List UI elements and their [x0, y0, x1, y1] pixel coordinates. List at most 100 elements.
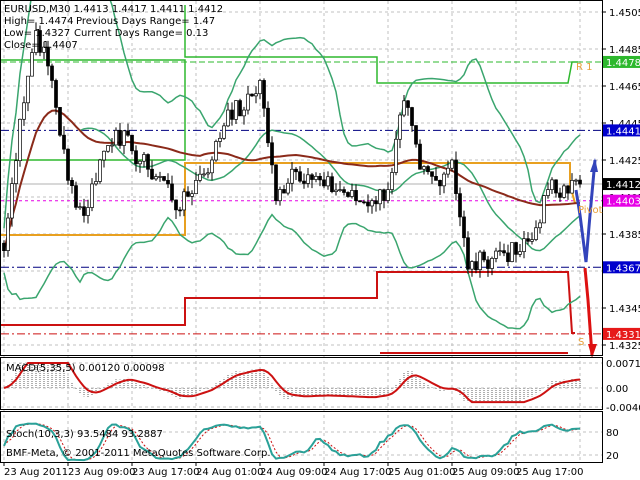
candle-body [314, 175, 318, 180]
candle-body [254, 93, 258, 97]
candle-body [498, 250, 502, 252]
candle-body [158, 176, 162, 178]
candle-body [50, 65, 54, 81]
r1-label: R 1 [576, 62, 593, 73]
stoch-tick-label: 80 [606, 428, 619, 439]
candle-body [178, 209, 182, 212]
candle-body [258, 80, 262, 95]
candle-body [138, 160, 142, 165]
macd-tick-label: 0.00711 [606, 359, 640, 370]
candle-body [490, 258, 494, 269]
price-chart[interactable]: EURUSD,M30 1.4413 1.4417 1.4411 1.4412 H… [0, 0, 640, 480]
candle-body [470, 261, 474, 270]
candle-body [266, 107, 270, 144]
candle-body [450, 159, 454, 169]
time-tick-label: 23 Aug 17:00 [132, 467, 199, 478]
candle-body [270, 142, 274, 166]
candle-body [506, 252, 510, 262]
candle-body [462, 216, 466, 239]
time-tick-label: 24 Aug 01:00 [196, 467, 263, 478]
candle-body [514, 242, 518, 255]
candle-body [466, 237, 470, 270]
candle-body [198, 173, 202, 181]
candle-body [186, 191, 190, 197]
candle-body [54, 80, 58, 108]
candle-body [482, 251, 486, 261]
info-close: Close= 1.4407 [4, 40, 78, 51]
candle-body [338, 189, 342, 191]
candle-body [66, 148, 70, 181]
candle-body [418, 143, 422, 170]
candle-body [102, 150, 106, 161]
candle-body [378, 189, 382, 205]
price-tick-label: 1.4345 [609, 304, 640, 315]
candle-body [174, 199, 178, 211]
time-tick-label: 25 Aug 01:00 [388, 467, 455, 478]
candle-body [434, 176, 438, 181]
symbol-line: EURUSD,M30 1.4413 1.4417 1.4411 1.4412 [4, 4, 223, 15]
candle-body [250, 93, 254, 97]
candle-body [386, 189, 390, 201]
candle-body [86, 207, 90, 216]
candle-body [234, 100, 238, 120]
candle-body [446, 167, 450, 175]
candle-body [94, 181, 98, 185]
candle-body [318, 175, 322, 181]
price-marker-label: 1.4412 [606, 180, 640, 191]
candle-body [510, 242, 514, 262]
candle-body [522, 238, 526, 252]
candle-body [310, 174, 314, 180]
candle-body [538, 222, 542, 229]
candle-body [210, 159, 214, 174]
candle-body [542, 195, 546, 224]
candle-body [30, 52, 34, 77]
candle-body [350, 190, 354, 197]
candle-body [222, 125, 226, 139]
candle-body [442, 173, 446, 187]
candle-body [10, 183, 14, 219]
candle-body [82, 206, 86, 216]
candle-body [382, 189, 386, 201]
candle-body [110, 144, 114, 147]
candle-body [294, 168, 298, 173]
candle-body [274, 164, 278, 202]
stoch-tick-label: 20 [606, 451, 619, 462]
candle-body [374, 200, 378, 205]
candle-body [562, 185, 566, 198]
info-current-days-range: Current Days Range= 0.13 [74, 28, 208, 39]
candle-body [22, 102, 26, 120]
price-tick-label: 1.4385 [609, 230, 640, 241]
candle-body [26, 75, 30, 104]
candle-body [366, 201, 370, 207]
candle-body [18, 118, 22, 162]
candle-body [422, 166, 426, 170]
candle-body [494, 250, 498, 259]
candle-body [90, 183, 94, 208]
candle-body [118, 130, 122, 146]
candle-body [142, 154, 146, 162]
candle-body [342, 189, 346, 193]
price-tick-label: 1.4465 [609, 82, 640, 93]
candle-body [358, 200, 362, 203]
candle-body [162, 176, 166, 181]
price-marker-label: 1.4478 [606, 58, 640, 69]
candle-body [62, 134, 66, 150]
price-tick-label: 1.4425 [609, 156, 640, 167]
candle-body [242, 109, 246, 117]
candle-body [154, 176, 158, 180]
s-label: S [578, 337, 584, 348]
candle-body [570, 180, 574, 194]
candle-body [290, 168, 294, 184]
price-marker-label: 1.4331 [606, 330, 640, 341]
candle-body [574, 179, 578, 182]
candle-body [414, 125, 418, 145]
candle-body [334, 189, 338, 192]
candle-body [6, 217, 10, 251]
macd-label: MACD(5,35,5) 0.00120 0.00098 [6, 363, 165, 374]
candle-body [454, 159, 458, 194]
candle-body [458, 193, 462, 218]
price-marker-label: 1.4441 [606, 126, 640, 137]
candle-body [78, 206, 82, 209]
candle-body [302, 180, 306, 184]
candle-body [246, 93, 250, 111]
